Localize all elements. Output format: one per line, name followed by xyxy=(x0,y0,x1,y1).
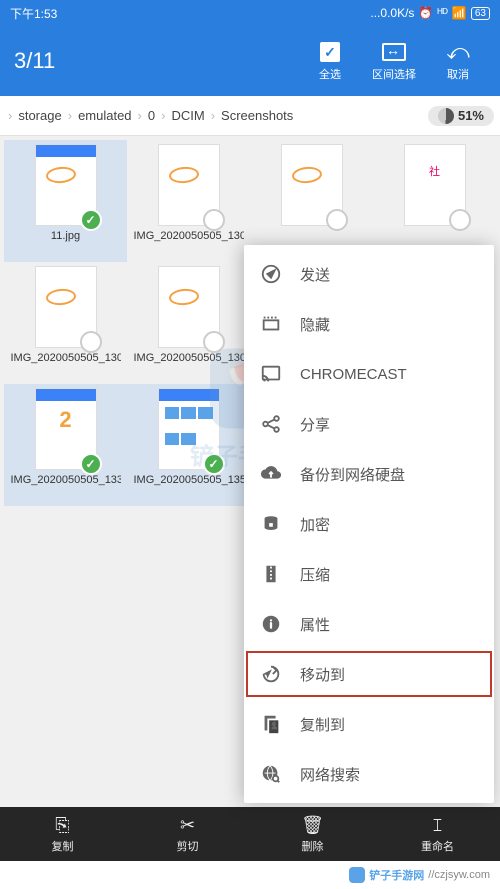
storage-percent: 51% xyxy=(458,108,484,123)
rename-icon: 𝙸 xyxy=(431,815,444,836)
rename-button[interactable]: 𝙸 重命名 xyxy=(375,807,500,861)
move-to-icon xyxy=(260,663,282,685)
unselected-circle-icon xyxy=(203,331,225,353)
crumb-0[interactable]: 0 xyxy=(144,108,159,123)
menu-hide[interactable]: 隐藏 xyxy=(244,299,494,349)
unselected-circle-icon xyxy=(449,209,471,231)
check-icon xyxy=(318,40,342,64)
chevron-right-icon: › xyxy=(136,108,144,123)
file-name: IMG_2020050505_133533.j xyxy=(11,474,121,502)
menu-share[interactable]: 分享 xyxy=(244,399,494,449)
battery-icon: 63 xyxy=(471,7,490,20)
file-item[interactable]: 社 xyxy=(373,140,496,262)
file-thumbnail: 社 xyxy=(404,144,466,226)
file-name: 11.jpg xyxy=(51,230,80,258)
file-name: IMG_2020050505_130345.j xyxy=(134,230,244,258)
pie-chart-icon xyxy=(438,108,454,124)
delete-button[interactable]: 🗑 删除 xyxy=(250,807,375,861)
context-menu: 发送 隐藏 CHROMECAST 分享 备份到网络硬盘 加密 压缩 属性 移动到… xyxy=(244,245,494,803)
breadcrumb: › storage › emulated › 0 › DCIM › Screen… xyxy=(0,96,500,136)
selection-header: 3/11 全选 区间选择 ⤺ 取消 xyxy=(0,26,500,96)
unselected-circle-icon xyxy=(203,209,225,231)
copy-icon: ⎘ xyxy=(55,815,69,836)
globe-search-icon xyxy=(260,763,282,785)
range-select-button[interactable]: 区间选择 xyxy=(366,40,422,82)
watermark-logo-icon xyxy=(349,867,365,883)
share-icon xyxy=(260,413,282,435)
file-item[interactable]: IMG_2020050505_130345.j xyxy=(127,140,250,262)
selection-counter: 3/11 xyxy=(14,48,302,74)
file-thumbnail xyxy=(35,266,97,348)
file-thumbnail: 2 xyxy=(35,388,97,470)
file-name: IMG_2020050505_130536.j xyxy=(134,352,244,380)
menu-backup[interactable]: 备份到网络硬盘 xyxy=(244,449,494,499)
file-item[interactable]: IMG_2020050505_130536.j xyxy=(127,262,250,384)
alarm-icon: ⏰ xyxy=(418,6,433,20)
undo-icon: ⤺ xyxy=(446,40,470,64)
crumb-storage[interactable]: storage xyxy=(14,108,65,123)
menu-copy-to[interactable]: 1 复制到 xyxy=(244,699,494,749)
selected-check-icon xyxy=(80,209,102,231)
watermark-brand: 铲子手游网 xyxy=(369,867,424,883)
chromecast-icon xyxy=(260,363,282,385)
compress-icon xyxy=(260,563,282,585)
storage-indicator[interactable]: 51% xyxy=(428,106,494,126)
watermark-footer: 铲子手游网 //czjsyw.com xyxy=(0,861,500,889)
file-thumbnail xyxy=(158,388,220,470)
file-thumbnail xyxy=(158,266,220,348)
range-icon xyxy=(382,40,406,64)
crumb-dcim[interactable]: DCIM xyxy=(167,108,208,123)
menu-web-search[interactable]: 网络搜索 xyxy=(244,749,494,799)
file-thumbnail xyxy=(281,144,343,226)
status-indicators: ...0.0K/s ⏰ ᴴᴰ 📶 63 xyxy=(370,6,490,20)
menu-move-to[interactable]: 移动到 xyxy=(244,649,494,699)
copy-button[interactable]: ⎘ 复制 xyxy=(0,807,125,861)
unselected-circle-icon xyxy=(326,209,348,231)
trash-icon: 🗑 xyxy=(301,815,324,836)
scissors-icon: ✂ xyxy=(180,815,195,836)
file-item[interactable]: 11.jpg xyxy=(4,140,127,262)
wifi-icon: 📶 xyxy=(452,6,467,20)
unselected-circle-icon xyxy=(80,331,102,353)
info-icon xyxy=(260,613,282,635)
status-bar: 下午1:53 ...0.0K/s ⏰ ᴴᴰ 📶 63 xyxy=(0,0,500,26)
file-item[interactable]: 2 IMG_2020050505_133533.j xyxy=(4,384,127,506)
menu-encrypt[interactable]: 加密 xyxy=(244,499,494,549)
selected-check-icon xyxy=(80,453,102,475)
signal-icon: ᴴᴰ xyxy=(437,6,448,20)
select-all-button[interactable]: 全选 xyxy=(302,40,358,82)
file-item[interactable] xyxy=(250,140,373,262)
menu-compress[interactable]: 压缩 xyxy=(244,549,494,599)
chevron-right-icon: › xyxy=(209,108,217,123)
bottom-action-bar: ⎘ 复制 ✂ 剪切 🗑 删除 𝙸 重命名 xyxy=(0,807,500,861)
file-item[interactable]: IMG_2020050505_130507.j xyxy=(4,262,127,384)
cloud-upload-icon xyxy=(260,463,282,485)
status-time: 下午1:53 xyxy=(10,5,57,22)
selected-check-icon xyxy=(203,453,225,475)
file-thumbnail xyxy=(158,144,220,226)
file-name: IMG_2020050505_135159.j xyxy=(134,474,244,502)
cut-button[interactable]: ✂ 剪切 xyxy=(125,807,250,861)
menu-chromecast[interactable]: CHROMECAST xyxy=(244,349,494,399)
watermark-url: //czjsyw.com xyxy=(428,869,490,881)
hide-icon xyxy=(260,313,282,335)
chevron-right-icon: › xyxy=(159,108,167,123)
svg-text:1: 1 xyxy=(272,722,277,731)
menu-send[interactable]: 发送 xyxy=(244,249,494,299)
chevron-right-icon: › xyxy=(6,108,14,123)
encrypt-icon xyxy=(260,513,282,535)
send-icon xyxy=(260,263,282,285)
cancel-button[interactable]: ⤺ 取消 xyxy=(430,40,486,82)
file-thumbnail xyxy=(35,144,97,226)
file-item[interactable]: IMG_2020050505_135159.j xyxy=(127,384,250,506)
crumb-emulated[interactable]: emulated xyxy=(74,108,135,123)
chevron-right-icon: › xyxy=(66,108,74,123)
crumb-screenshots[interactable]: Screenshots xyxy=(217,108,297,123)
copy-to-icon: 1 xyxy=(260,713,282,735)
menu-properties[interactable]: 属性 xyxy=(244,599,494,649)
file-name: IMG_2020050505_130507.j xyxy=(11,352,121,380)
